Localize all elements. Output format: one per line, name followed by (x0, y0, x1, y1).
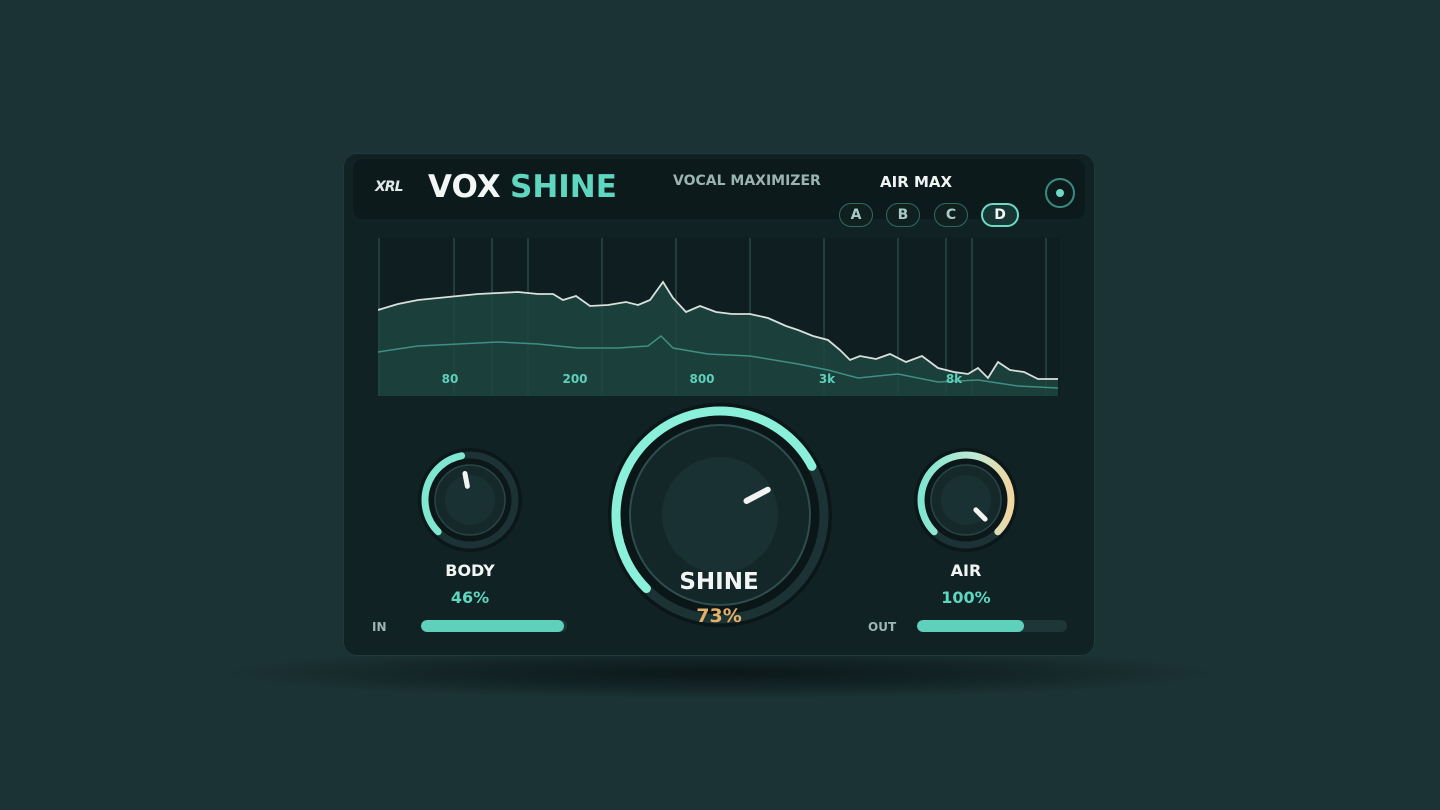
body-knob[interactable] (410, 440, 530, 560)
freq-label-3k: 3k (819, 372, 836, 386)
power-button[interactable] (1045, 178, 1075, 208)
body-knob-pointer (462, 470, 470, 489)
slot-a-button[interactable]: A (839, 203, 873, 227)
input-meter-label: IN (372, 620, 387, 634)
product-title-vox: VOX (428, 169, 501, 205)
freq-label-8k: 8k (946, 372, 963, 386)
body-value: 46% (450, 588, 490, 607)
freq-label-80: 80 (442, 372, 459, 386)
brand-logo: XRL (375, 179, 403, 195)
input-meter-fill (421, 620, 565, 632)
plugin-window: XRL VOX SHINE VOCAL MAXIMIZER AIR MAX A … (343, 153, 1095, 656)
shine-knob[interactable] (605, 400, 835, 630)
slot-c-button[interactable]: C (934, 203, 968, 227)
product-title-shine: SHINE (510, 169, 617, 205)
preset-name[interactable]: AIR MAX (880, 173, 952, 191)
power-icon (1056, 189, 1064, 197)
shine-label: SHINE (679, 569, 759, 595)
slot-b-button[interactable]: B (886, 203, 920, 227)
product-subtitle: VOCAL MAXIMIZER (673, 173, 821, 189)
body-label: BODY (445, 561, 495, 580)
freq-label-200: 200 (562, 372, 587, 386)
spectrum-analyzer: 80 200 800 3k 8k (378, 238, 1060, 396)
input-meter (421, 620, 567, 632)
shine-value: 73% (696, 605, 742, 627)
output-meter-label: OUT (868, 620, 897, 634)
air-knob[interactable] (906, 440, 1026, 560)
header-bar: XRL VOX SHINE VOCAL MAXIMIZER AIR MAX A … (353, 159, 1085, 227)
output-meter-fill (917, 620, 1024, 632)
output-meter (917, 620, 1067, 632)
slot-d-button[interactable]: D (981, 203, 1019, 227)
air-label: AIR (950, 561, 982, 580)
air-value: 100% (941, 588, 991, 607)
freq-label-800: 800 (689, 372, 714, 386)
